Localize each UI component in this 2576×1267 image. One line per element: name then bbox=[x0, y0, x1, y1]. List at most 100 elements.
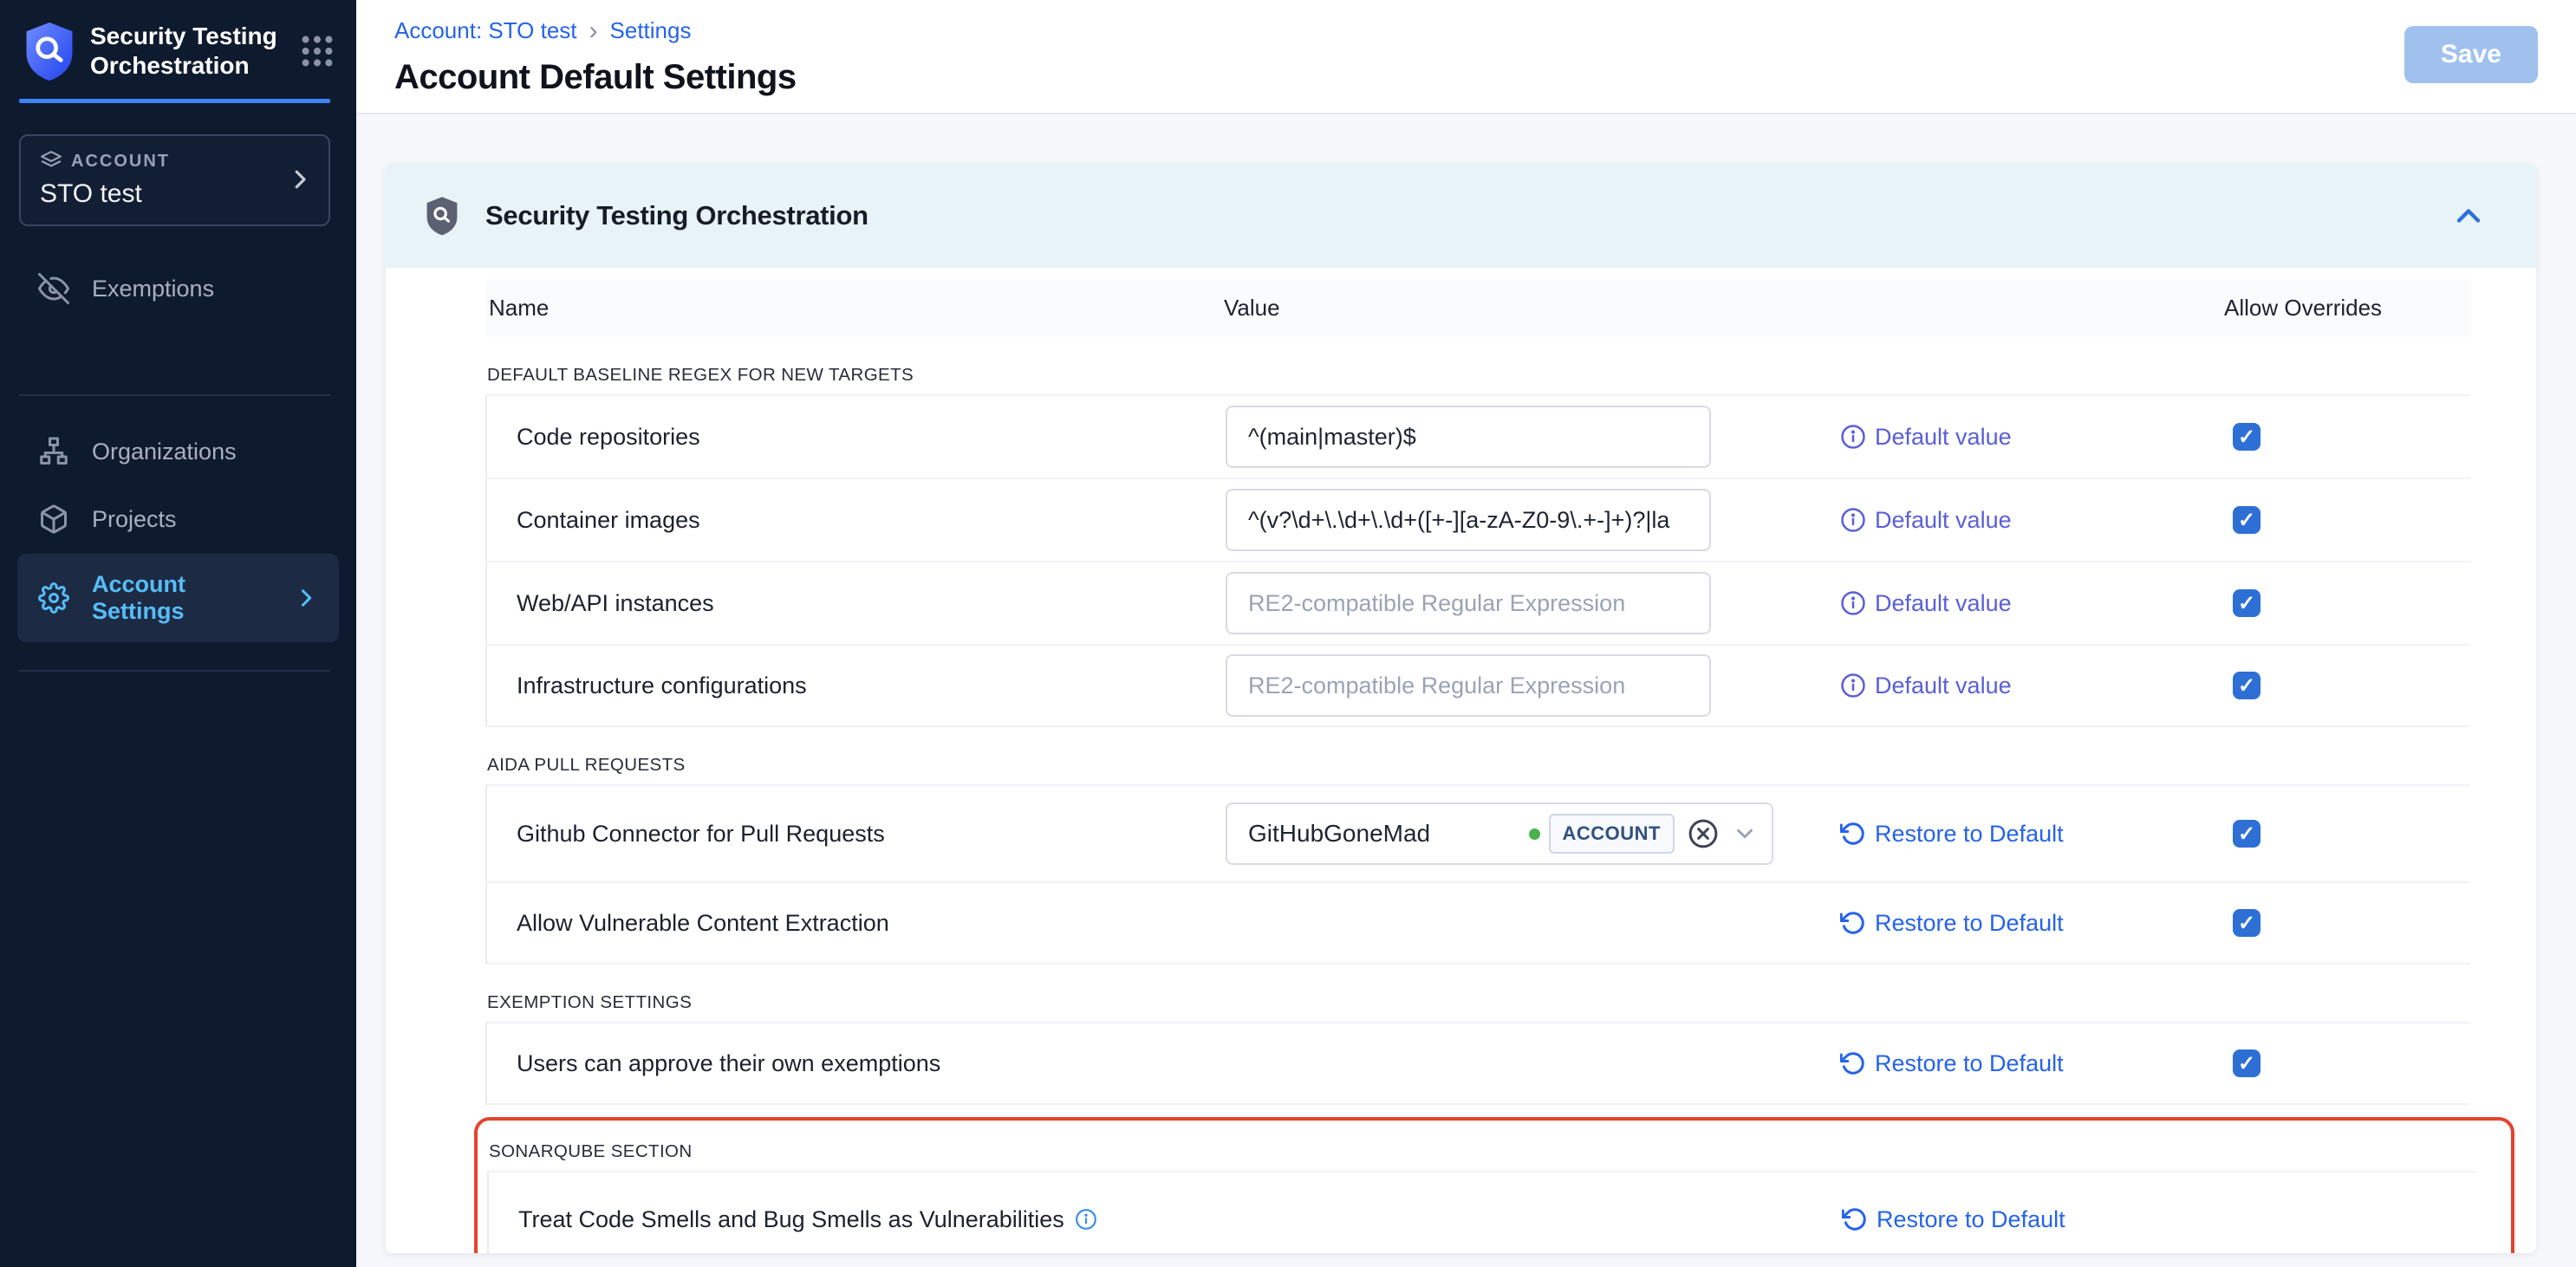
sidebar-nav: Exemptions Organizations bbox=[0, 256, 356, 672]
infrastructure-configurations-regex-input[interactable] bbox=[1226, 654, 1711, 717]
info-icon bbox=[1840, 507, 1866, 533]
restore-icon bbox=[1840, 910, 1866, 936]
table-row: Users can approve their own exemptions R… bbox=[485, 1022, 2470, 1105]
default-value-link[interactable]: Default value bbox=[1840, 507, 2226, 534]
status-label: Restore to Default bbox=[1877, 1206, 2065, 1233]
sidebar-header: Security Testing Orchestration bbox=[0, 0, 356, 99]
group-sonarqube-section-highlighted: SONARQUBE SECTION Treat Code Smells and … bbox=[474, 1117, 2514, 1253]
app-root: Security Testing Orchestration ACCOUNT S… bbox=[0, 0, 2576, 1267]
check-icon: ✓ bbox=[2238, 822, 2255, 847]
restore-icon bbox=[1842, 1206, 1868, 1232]
allow-override-checkbox[interactable]: ✓ bbox=[2233, 589, 2261, 617]
restore-to-default-link[interactable]: Restore to Default bbox=[1840, 910, 2226, 937]
container-images-regex-input[interactable] bbox=[1226, 489, 1711, 551]
setting-name-text: Treat Code Smells and Bug Smells as Vuln… bbox=[518, 1206, 1064, 1233]
group-label: DEFAULT BASELINE REGEX FOR NEW TARGETS bbox=[485, 356, 2470, 394]
table-row: Code repositories Default value ✓ bbox=[485, 394, 2470, 478]
sidebar-item-label: Organizations bbox=[92, 439, 237, 465]
breadcrumb-settings-link[interactable]: Settings bbox=[610, 17, 692, 44]
breadcrumb-account-link[interactable]: Account: STO test bbox=[394, 17, 577, 44]
sidebar-item-organizations[interactable]: Organizations bbox=[17, 419, 339, 484]
status-label: Restore to Default bbox=[1875, 1050, 2064, 1077]
setting-name: Web/API instances bbox=[487, 590, 1226, 617]
status-label: Restore to Default bbox=[1875, 910, 2064, 937]
table-row: Web/API instances Default value ✓ bbox=[485, 561, 2470, 644]
sto-logo-shield-icon bbox=[23, 21, 76, 81]
connector-name: GitHubGoneMad bbox=[1248, 820, 1529, 848]
code-repositories-regex-input[interactable] bbox=[1226, 406, 1711, 468]
check-icon: ✓ bbox=[2238, 591, 2255, 616]
nav-spacer bbox=[0, 323, 356, 372]
sidebar: Security Testing Orchestration ACCOUNT S… bbox=[0, 0, 356, 1267]
account-name: STO test bbox=[40, 179, 287, 209]
group-label: AIDA PULL REQUESTS bbox=[485, 746, 2470, 784]
default-value-link[interactable]: Default value bbox=[1840, 424, 2226, 451]
org-chart-icon bbox=[38, 436, 69, 467]
sidebar-item-label: Projects bbox=[92, 506, 177, 533]
account-scope-selector[interactable]: ACCOUNT STO test bbox=[19, 134, 330, 226]
group-label: EXEMPTION SETTINGS bbox=[485, 984, 2470, 1022]
setting-name: Infrastructure configurations bbox=[487, 672, 1226, 699]
status-label: Default value bbox=[1875, 507, 2012, 534]
sidebar-item-label: Exemptions bbox=[92, 276, 214, 302]
info-icon[interactable] bbox=[1075, 1208, 1097, 1231]
nav-divider bbox=[19, 394, 330, 396]
default-value-link[interactable]: Default value bbox=[1840, 672, 2226, 699]
nav-divider bbox=[19, 670, 330, 672]
chevron-down-icon[interactable] bbox=[1732, 821, 1758, 847]
check-icon: ✓ bbox=[2238, 425, 2255, 450]
breadcrumb: Account: STO test › Settings bbox=[394, 17, 2404, 44]
info-icon bbox=[1840, 424, 1866, 450]
allow-override-checkbox[interactable]: ✓ bbox=[2233, 423, 2261, 451]
shield-search-icon bbox=[425, 196, 459, 236]
setting-name: Container images bbox=[487, 507, 1226, 534]
allow-override-checkbox[interactable]: ✓ bbox=[2233, 506, 2261, 534]
setting-name: Treat Code Smells and Bug Smells as Vuln… bbox=[489, 1206, 1227, 1233]
cube-icon bbox=[38, 504, 69, 535]
settings-panel: Security Testing Orchestration Name Valu… bbox=[386, 164, 2536, 1253]
panel-header[interactable]: Security Testing Orchestration bbox=[386, 164, 2536, 268]
column-header-value: Value bbox=[1224, 295, 1838, 322]
breadcrumb-separator: › bbox=[589, 20, 598, 42]
account-scope-label: ACCOUNT bbox=[71, 152, 170, 172]
sidebar-item-projects[interactable]: Projects bbox=[17, 486, 339, 552]
setting-name: Code repositories bbox=[487, 424, 1226, 451]
content-area: Security Testing Orchestration Name Valu… bbox=[356, 114, 2576, 1267]
allow-override-checkbox[interactable]: ✓ bbox=[2233, 1049, 2261, 1077]
group-label: SONARQUBE SECTION bbox=[487, 1133, 2476, 1171]
gear-icon bbox=[38, 582, 69, 614]
save-button[interactable]: Save bbox=[2404, 26, 2538, 83]
allow-override-checkbox[interactable]: ✓ bbox=[2233, 820, 2261, 848]
web-api-instances-regex-input[interactable] bbox=[1226, 572, 1711, 634]
chevron-right-icon bbox=[287, 166, 313, 192]
main-area: Account: STO test › Settings Account Def… bbox=[356, 0, 2576, 1267]
sidebar-item-exemptions[interactable]: Exemptions bbox=[17, 256, 339, 322]
restore-to-default-link[interactable]: Restore to Default bbox=[1842, 1206, 2228, 1233]
default-value-link[interactable]: Default value bbox=[1840, 590, 2226, 617]
app-title: Security Testing Orchestration bbox=[90, 22, 297, 81]
restore-icon bbox=[1840, 821, 1866, 847]
restore-icon bbox=[1840, 1050, 1866, 1076]
layers-icon bbox=[40, 150, 62, 172]
sidebar-item-account-settings[interactable]: Account Settings bbox=[17, 554, 339, 642]
chevron-up-icon[interactable] bbox=[2449, 197, 2488, 235]
group-default-baseline-regex: DEFAULT BASELINE REGEX FOR NEW TARGETS C… bbox=[485, 356, 2470, 727]
restore-to-default-link[interactable]: Restore to Default bbox=[1840, 1050, 2226, 1077]
module-accent-bar bbox=[19, 99, 330, 103]
eye-off-icon bbox=[38, 273, 69, 304]
allow-override-checkbox[interactable]: ✓ bbox=[2233, 909, 2261, 937]
info-icon bbox=[1840, 672, 1866, 698]
github-connector-select[interactable]: GitHubGoneMad ACCOUNT bbox=[1226, 802, 1773, 865]
sidebar-item-label: Account Settings bbox=[92, 571, 271, 625]
clear-connector-icon[interactable] bbox=[1687, 817, 1720, 850]
setting-name: Users can approve their own exemptions bbox=[487, 1050, 1226, 1077]
column-header-name: Name bbox=[485, 295, 1224, 322]
allow-override-checkbox[interactable]: ✓ bbox=[2233, 672, 2261, 699]
panel-title: Security Testing Orchestration bbox=[485, 200, 2449, 231]
app-grid-icon[interactable] bbox=[297, 31, 337, 71]
status-label: Default value bbox=[1875, 424, 2012, 451]
connector-status-dot bbox=[1529, 828, 1540, 840]
restore-to-default-link[interactable]: Restore to Default bbox=[1840, 821, 2226, 848]
check-icon: ✓ bbox=[2238, 673, 2255, 698]
check-icon: ✓ bbox=[2238, 1051, 2255, 1076]
